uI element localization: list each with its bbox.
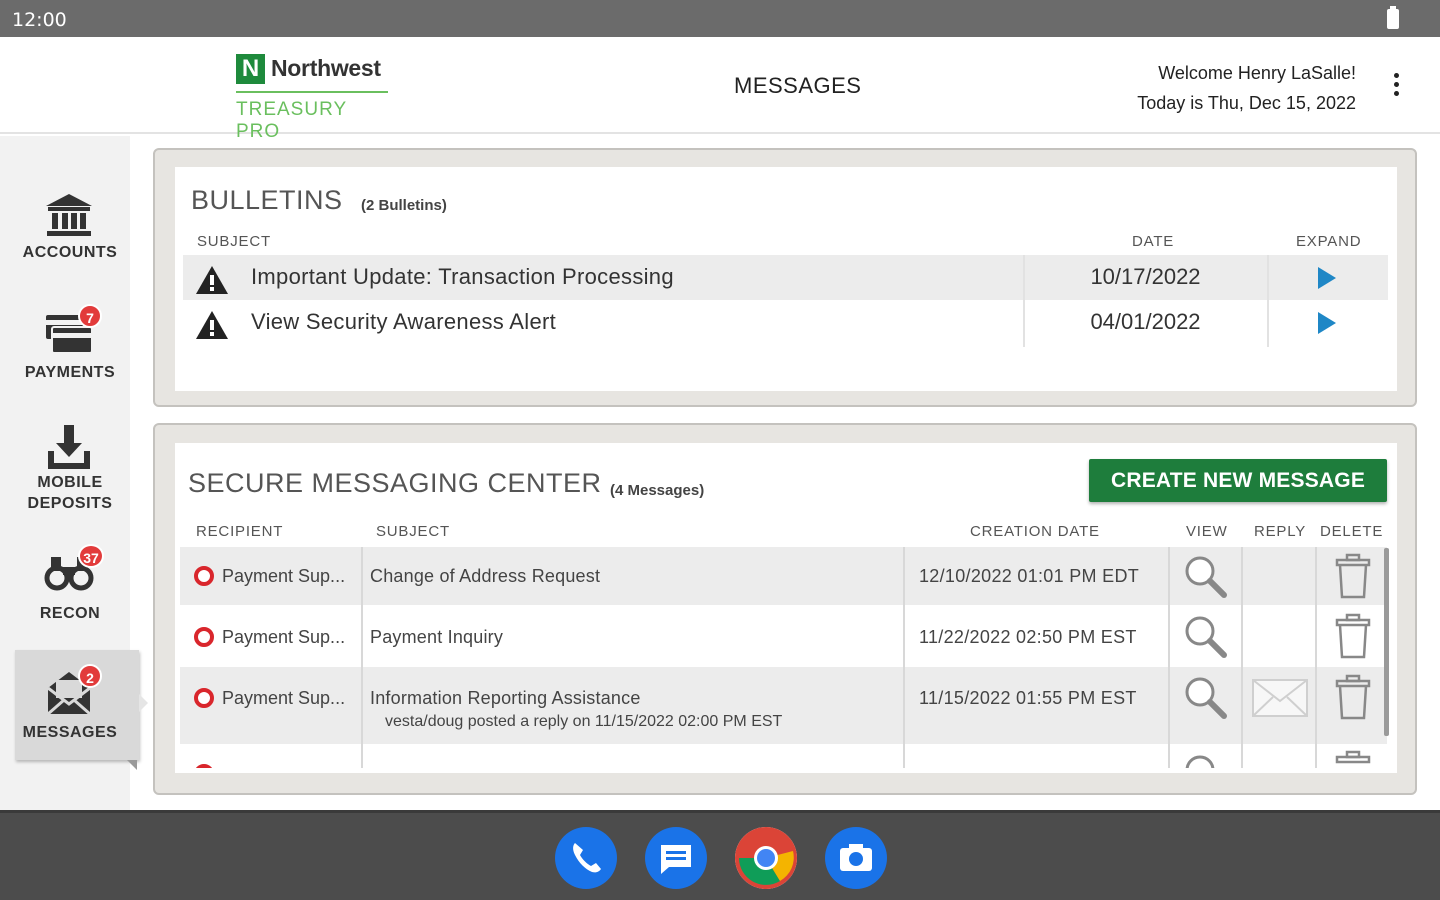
create-new-message-button[interactable]: CREATE NEW MESSAGE <box>1089 459 1387 502</box>
messaging-title: SECURE MESSAGING CENTER <box>188 468 602 498</box>
column-divider <box>1241 547 1243 768</box>
magnifier-icon[interactable] <box>1182 752 1228 768</box>
col-reply: REPLY <box>1254 523 1307 540</box>
col-recipient: RECIPIENT <box>196 523 284 540</box>
trash-icon[interactable] <box>1334 553 1372 599</box>
northwest-logo: N Northwest TREASURY PRO <box>236 54 396 142</box>
bulletin-date: 10/17/2022 <box>1090 264 1201 289</box>
sidebar-item-label: MOBILE <box>37 474 103 491</box>
battery-icon <box>1387 6 1399 29</box>
logo-divider <box>236 91 388 93</box>
column-divider <box>1315 547 1317 768</box>
status-dot-icon <box>194 764 214 768</box>
message-recipient: Payment Sup... <box>222 566 346 586</box>
sidebar-item-label: PAYMENTS <box>24 364 116 381</box>
status-dot-icon <box>194 566 214 586</box>
magnifier-icon[interactable] <box>1182 553 1228 599</box>
sidebar-item-recon[interactable]: 37 RECON <box>0 544 140 655</box>
sidebar-item-label: ACCOUNTS <box>22 244 118 261</box>
payments-badge: 7 <box>78 304 102 328</box>
col-subject: SUBJECT <box>376 523 450 540</box>
messaging-count: (4 Messages) <box>610 482 705 499</box>
bulletins-title: BULLETINS <box>191 185 343 215</box>
column-divider <box>1023 255 1025 347</box>
bank-icon <box>46 194 92 236</box>
phone-icon[interactable] <box>555 827 617 889</box>
bulletins-inner: BULLETINS (2 Bulletins) SUBJECT DATE EXP… <box>175 167 1397 391</box>
bulletin-date: 04/01/2022 <box>1090 309 1201 334</box>
status-dot-icon <box>194 627 214 647</box>
active-indicator <box>139 694 148 712</box>
bulletin-row[interactable]: View Security Awareness Alert 04/01/2022 <box>183 300 1388 345</box>
sidebar-item-label: MESSAGES <box>22 724 118 741</box>
logo-name: Northwest <box>271 55 381 81</box>
chrome-icon[interactable] <box>735 827 797 889</box>
recon-badge: 37 <box>78 544 104 568</box>
warning-icon <box>196 266 228 294</box>
today-text: Today is Thu, Dec 15, 2022 <box>1137 93 1356 113</box>
welcome-text: Welcome Henry LaSalle! <box>1158 63 1356 83</box>
message-date: 12/10/2022 01:01 PM EDT <box>919 566 1140 586</box>
column-divider <box>361 547 363 768</box>
magnifier-icon[interactable] <box>1182 674 1228 720</box>
mobile-deposit-icon <box>48 425 90 469</box>
sidebar-item-payments[interactable]: 7 PAYMENTS <box>0 304 140 415</box>
message-reply-note: vesta/doug posted a reply on 11/15/2022 … <box>385 713 783 730</box>
trash-icon[interactable] <box>1334 674 1372 720</box>
messages-scrollbar[interactable] <box>1384 548 1389 736</box>
column-divider <box>903 547 905 768</box>
col-date: DATE <box>1132 233 1175 250</box>
bulletin-subject[interactable]: View Security Awareness Alert <box>251 309 556 335</box>
col-creation-date: CREATION DATE <box>970 523 1100 540</box>
bulletins-panel: BULLETINS (2 Bulletins) SUBJECT DATE EXP… <box>153 148 1417 407</box>
message-subject[interactable]: Payment Inquiry <box>370 627 503 648</box>
trash-icon[interactable] <box>1334 750 1372 768</box>
active-indicator-tail <box>127 760 137 770</box>
expand-arrow-icon[interactable] <box>1316 310 1338 336</box>
sidebar-item-label: RECON <box>39 605 101 622</box>
warning-icon <box>196 311 228 339</box>
sidebar-item-accounts[interactable]: ACCOUNTS <box>0 190 140 300</box>
bulletin-subject[interactable]: Important Update: Transaction Processing <box>251 264 674 290</box>
logo-mark: N <box>236 54 265 84</box>
col-expand: EXPAND <box>1296 233 1362 250</box>
column-divider <box>1168 547 1170 768</box>
messages-icon[interactable] <box>645 827 707 889</box>
message-recipient: Payment Sup... <box>222 627 346 647</box>
sidebar-item-label: DEPOSITS <box>27 495 113 512</box>
status-dot-icon <box>194 688 214 708</box>
col-view: VIEW <box>1186 523 1228 540</box>
system-dock <box>0 810 1440 900</box>
status-time: 12:00 <box>12 9 67 31</box>
camera-icon[interactable] <box>825 827 887 889</box>
messages-badge: 2 <box>78 664 102 688</box>
app-header: N Northwest TREASURY PRO MESSAGES Welcom… <box>0 37 1440 142</box>
message-date: 11/15/2022 01:55 PM EST <box>919 688 1137 708</box>
bulletin-row[interactable]: Important Update: Transaction Processing… <box>183 255 1388 300</box>
sidebar-item-mobile-deposits[interactable]: MOBILE DEPOSITS <box>0 423 140 533</box>
message-subject[interactable]: Information Reporting Assistance <box>370 688 641 709</box>
status-bar: 12:00 <box>0 0 1440 37</box>
page-title: MESSAGES <box>734 73 862 98</box>
bulletins-count: (2 Bulletins) <box>361 197 447 214</box>
message-date: 11/22/2022 02:50 PM EST <box>919 627 1137 647</box>
expand-arrow-icon[interactable] <box>1316 265 1338 291</box>
welcome-block: Welcome Henry LaSalle! Today is Thu, Dec… <box>1137 58 1356 118</box>
col-delete: DELETE <box>1320 523 1384 540</box>
column-divider <box>1267 255 1269 347</box>
magnifier-icon[interactable] <box>1182 613 1228 659</box>
message-subject[interactable]: Change of Address Request <box>370 566 600 587</box>
logo-product: TREASURY PRO <box>236 99 347 142</box>
message-recipient: Payment Sup... <box>222 688 346 708</box>
overflow-menu-icon[interactable] <box>1388 73 1404 99</box>
sidebar-item-messages[interactable]: 2 MESSAGES <box>15 650 139 760</box>
trash-icon[interactable] <box>1334 613 1372 659</box>
reply-envelope-icon[interactable] <box>1250 675 1310 721</box>
col-subject: SUBJECT <box>197 233 271 250</box>
